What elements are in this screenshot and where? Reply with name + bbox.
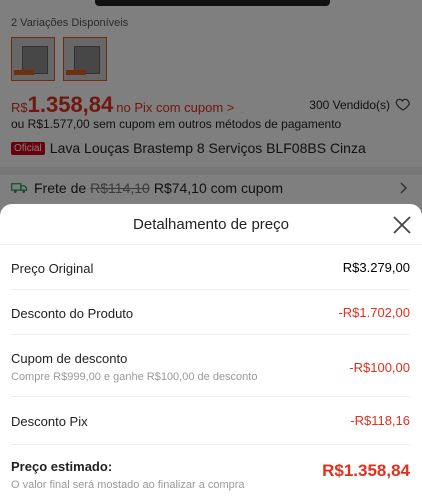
row-value: -R$100,00: [349, 360, 410, 375]
row-estimated-total: Preço estimado: O valor final será mosta…: [11, 459, 410, 491]
divider: [11, 444, 410, 445]
divider: [0, 244, 422, 245]
row-value: -R$1.702,00: [338, 305, 410, 320]
price-breakdown-sheet: Detalhamento de preço Preço Original R$3…: [0, 204, 422, 500]
row-label: Desconto do Produto: [11, 306, 134, 321]
row-label: Desconto Pix: [11, 414, 88, 429]
sheet-title: Detalhamento de preço: [133, 216, 289, 233]
row-product-discount: Desconto do Produto -R$1.702,00: [11, 305, 410, 323]
divider: [11, 396, 410, 397]
close-icon[interactable]: [393, 216, 411, 234]
row-coupon-discount: Cupom de desconto Compre R$999,00 e ganh…: [11, 351, 410, 383]
row-pix-discount: Desconto Pix -R$118,16: [11, 413, 410, 431]
divider: [11, 334, 410, 335]
row-value: -R$118,16: [350, 413, 410, 428]
divider: [11, 289, 410, 290]
row-label: Preço Original: [11, 261, 94, 276]
row-original-price: Preço Original R$3.279,00: [11, 260, 410, 278]
row-value: R$3.279,00: [342, 260, 410, 275]
total-value: R$1.358,84: [322, 461, 410, 480]
